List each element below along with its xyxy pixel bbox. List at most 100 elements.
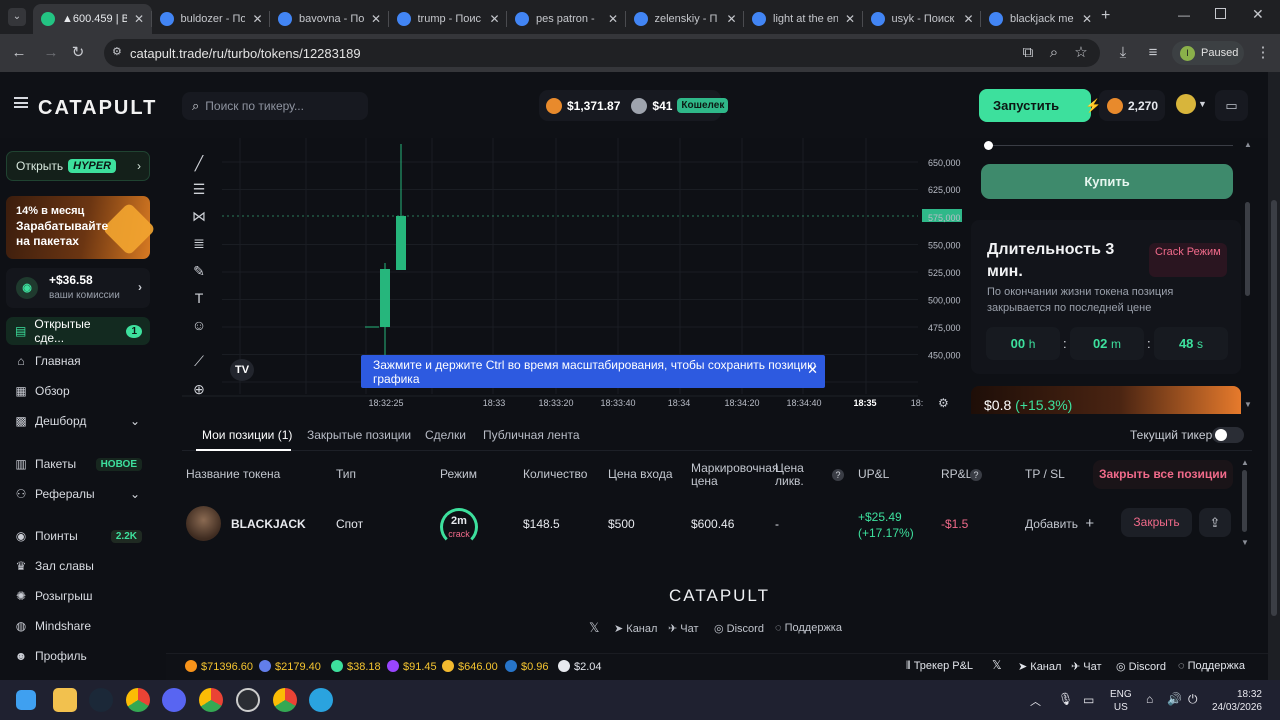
ticker-search-input[interactable]: ⌕ Поиск по тикеру...	[182, 92, 368, 120]
ruler-icon[interactable]: ⟋	[186, 350, 212, 372]
windows-start-icon[interactable]	[16, 690, 36, 710]
network-icon[interactable]: ⌂	[1146, 692, 1153, 706]
telegram-icon[interactable]	[309, 688, 333, 712]
slider-handle[interactable]	[984, 141, 993, 150]
current-ticker-toggle[interactable]	[1212, 427, 1244, 443]
clock[interactable]: 18:32 24/03/2026	[1210, 688, 1262, 714]
bookmark-star-icon[interactable]: ☆	[1070, 42, 1092, 64]
avatar-chevron-down-icon[interactable]: ▼	[1198, 99, 1207, 109]
scroll-up-icon[interactable]: ▲	[1241, 458, 1249, 467]
page-scrollbar[interactable]	[1268, 72, 1280, 680]
forward-icon[interactable]: →	[40, 42, 62, 64]
user-avatar[interactable]	[1176, 94, 1196, 114]
browser-tab[interactable]: ▲600.459 | Bl ✕	[33, 4, 152, 34]
text-tool-icon[interactable]: T	[186, 287, 212, 309]
scroll-down-icon[interactable]: ▼	[1244, 400, 1252, 409]
browser-tab[interactable]: buldozer - По ✕	[152, 4, 271, 34]
x-social-icon[interactable]: 𝕏	[992, 658, 1002, 672]
tab-close-icon[interactable]: ✕	[489, 12, 499, 26]
sidebar-item[interactable]: ☻ Профиль	[6, 642, 150, 670]
new-tab-icon[interactable]: +	[1101, 7, 1110, 25]
ticker-item[interactable]: $646.00	[442, 660, 498, 673]
tab-positions[interactable]: Сделки	[425, 428, 466, 442]
tab-close-icon[interactable]: ✕	[963, 12, 973, 26]
brush-icon[interactable]: ✎	[186, 260, 212, 282]
footer-link[interactable]: ✈ Чат	[668, 622, 699, 635]
minimize-icon[interactable]: —	[1178, 8, 1190, 22]
back-icon[interactable]: ←	[8, 42, 30, 64]
ticker-item[interactable]: $38.18	[331, 660, 381, 673]
hamburger-menu-icon[interactable]	[14, 97, 28, 108]
panel-scrollbar[interactable]: ▲ ▼	[1244, 140, 1252, 410]
buy-button[interactable]: Купить	[981, 164, 1233, 199]
tab-close-icon[interactable]: ✕	[371, 12, 381, 26]
packages-promo-banner[interactable]: 14% в месяц Зарабатывайте на пакетах	[6, 196, 156, 259]
balance-box[interactable]: $1,371.87 $41 Кошелек	[539, 90, 729, 121]
tab-close-icon[interactable]: ✕	[134, 12, 144, 26]
zoom-icon[interactable]: ⌕	[1043, 42, 1065, 64]
scroll-down-icon[interactable]: ▼	[1241, 538, 1249, 547]
tray-chevron-up-icon[interactable]: ︿	[1030, 693, 1041, 709]
catapult-logo[interactable]: CATAPULT	[38, 97, 157, 120]
browser-tab[interactable]: usyk - Поиск ✕	[863, 4, 982, 34]
ticker-item[interactable]: $2179.40	[259, 660, 321, 673]
zoom-in-icon[interactable]: ⊕	[186, 378, 212, 400]
chrome-profile-icon[interactable]	[199, 688, 223, 712]
obs-icon[interactable]	[236, 688, 260, 712]
open-hyper-button[interactable]: Открыть HYPER ›	[6, 151, 150, 181]
fib-icon[interactable]: ≣	[186, 232, 212, 254]
scroll-up-icon[interactable]: ▲	[1244, 140, 1252, 149]
strip-link[interactable]: ✈ Чат	[1071, 660, 1102, 673]
panel-scroll-thumb[interactable]	[1245, 202, 1250, 296]
browser-tab[interactable]: trump - Поис ✕	[389, 4, 508, 34]
microphone-icon[interactable]: 🎙	[1058, 692, 1073, 706]
browser-tab[interactable]: light at the en ✕	[744, 4, 863, 34]
points-counter[interactable]: 2,270	[1099, 90, 1165, 121]
chat-icon[interactable]: ▭	[1215, 90, 1248, 121]
trend-line-icon[interactable]: ╱	[186, 152, 212, 174]
tab-close-icon[interactable]: ✕	[608, 12, 618, 26]
downloads-icon[interactable]: ⤓	[1112, 42, 1134, 64]
close-window-icon[interactable]: ✕	[1252, 6, 1264, 23]
sidebar-item[interactable]: ▦ Обзор	[6, 377, 150, 405]
page-scroll-thumb[interactable]	[1271, 200, 1277, 616]
battery-icon[interactable]: ▭	[1083, 693, 1094, 707]
ticker-item[interactable]: $71396.60	[185, 660, 253, 673]
tab-close-icon[interactable]: ✕	[1082, 12, 1092, 26]
token-name[interactable]: BLACKJACK	[231, 517, 306, 531]
tab-positions[interactable]: Мои позиции (1)	[202, 428, 292, 442]
footer-logo[interactable]: CATAPULT	[669, 586, 770, 606]
sidebar-item[interactable]: ▩ Дешборд ⌄	[6, 407, 150, 435]
commissions-card[interactable]: ◉ +$36.58 ваши комиссии ›	[6, 268, 150, 308]
maximize-icon[interactable]	[1215, 8, 1226, 19]
table-scrollbar[interactable]: ▲ ▼	[1241, 458, 1249, 548]
pattern-icon[interactable]: ⋈	[186, 205, 212, 227]
chrome-icon[interactable]	[126, 688, 150, 712]
help-icon[interactable]: ?	[832, 469, 844, 481]
sidebar-item[interactable]: ⚇ Рефералы ⌄	[6, 480, 150, 508]
ticker-item[interactable]: $91.45	[387, 660, 437, 673]
reading-list-icon[interactable]: ≡	[1142, 42, 1164, 64]
footer-link[interactable]: ➤ Канал	[614, 622, 657, 635]
browser-menu-icon[interactable]: ⋮	[1252, 42, 1274, 64]
sidebar-item[interactable]: ▥ Пакеты НОВОЕ	[6, 450, 150, 478]
close-position-button[interactable]: Закрыть	[1121, 508, 1192, 537]
file-explorer-icon[interactable]	[53, 688, 77, 712]
launch-button[interactable]: Запустить ⚡	[979, 89, 1101, 122]
chrome-alt-icon[interactable]	[273, 688, 297, 712]
strip-link[interactable]: ➤ Канал	[1018, 660, 1061, 673]
sidebar-item[interactable]: ◉ Поинты 2.2K	[6, 522, 150, 550]
site-info-icon[interactable]: ⚙	[112, 45, 122, 58]
browser-tab[interactable]: bavovna - По ✕	[270, 4, 389, 34]
strip-link[interactable]: ◌ Поддержка	[1178, 660, 1245, 672]
wallet-button[interactable]: Кошелек	[677, 98, 729, 113]
chart-settings-icon[interactable]: ⚙	[938, 396, 949, 410]
sidebar-item[interactable]: ▤ Открытые сде... 1	[6, 317, 150, 345]
sidebar-item[interactable]: ◍ Mindshare	[6, 612, 150, 640]
strip-link[interactable]: ◎ Discord	[1116, 660, 1166, 673]
browser-tab[interactable]: blackjack me ✕	[981, 4, 1100, 34]
table-scroll-thumb[interactable]	[1242, 470, 1247, 532]
power-icon[interactable]: ⏻	[1188, 692, 1198, 707]
install-app-icon[interactable]: ⧉	[1017, 42, 1039, 64]
profile-paused-button[interactable]: I Paused	[1172, 41, 1244, 65]
